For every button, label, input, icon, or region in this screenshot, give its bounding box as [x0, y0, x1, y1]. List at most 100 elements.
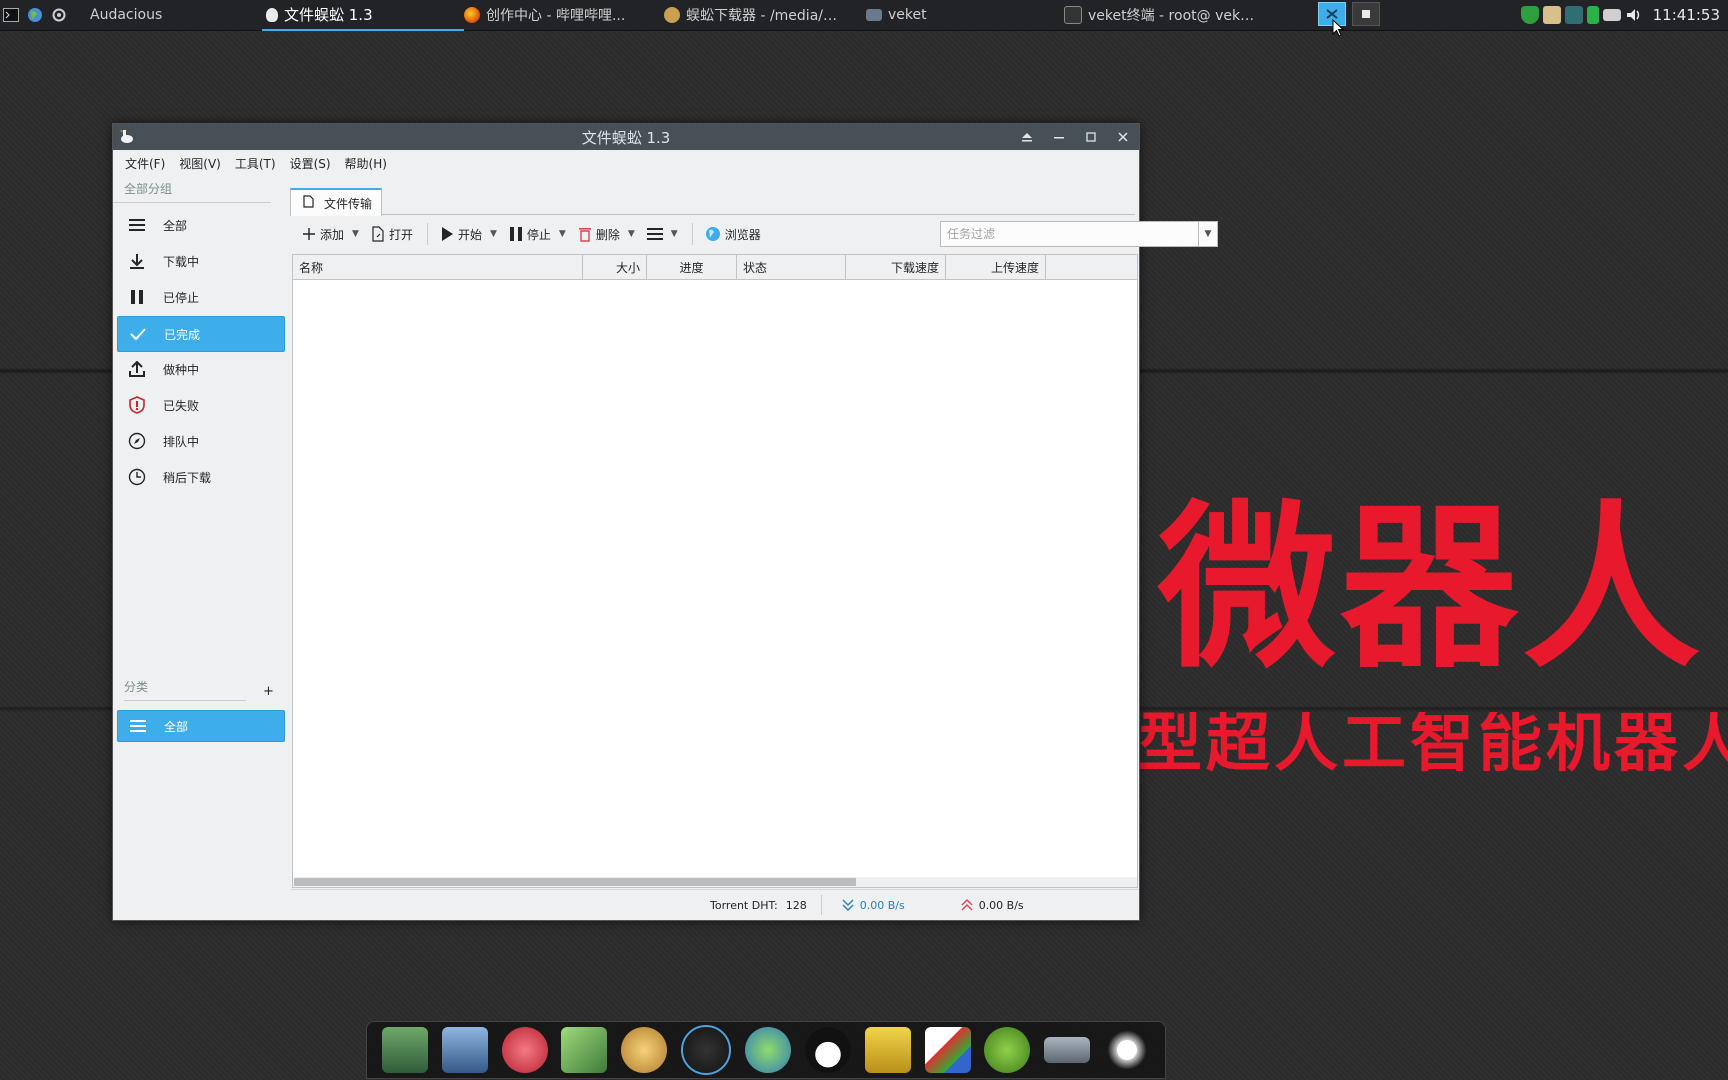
pause-icon [509, 227, 522, 241]
sidebar-item-label: 稍后下载 [163, 470, 212, 485]
monitor-icon[interactable] [441, 1027, 488, 1073]
battery-icon[interactable] [1586, 5, 1599, 24]
clock-icon [125, 467, 149, 487]
office-icon[interactable] [924, 1027, 971, 1073]
task-filter[interactable]: ▼ [940, 221, 1218, 247]
task-filter-input[interactable] [941, 226, 1189, 242]
menu-help[interactable]: 帮助(H) [345, 155, 387, 172]
menu-view[interactable]: 视图(V) [179, 155, 221, 172]
task-veket-folder[interactable]: veket [866, 0, 1046, 29]
menu-file[interactable]: 文件(F) [125, 155, 165, 172]
menu-icon [646, 228, 663, 240]
sidebar-item-label: 下载中 [163, 254, 200, 269]
sidebar-item-completed[interactable]: 已完成 [117, 316, 285, 352]
keep-above-icon[interactable] [1017, 127, 1037, 147]
penguin-icon[interactable] [804, 1027, 851, 1073]
system-tray: 11:41:53 [1520, 0, 1728, 29]
settings-sun-icon[interactable] [1104, 1027, 1151, 1073]
column-progress[interactable]: 进度 [647, 255, 737, 279]
settings-icon[interactable] [50, 6, 68, 24]
menu-settings[interactable]: 设置(S) [290, 155, 331, 172]
chevron-down-icon[interactable]: ▼ [559, 229, 566, 239]
checkmark-icon [126, 324, 150, 344]
sidebar-item-label: 已停止 [163, 290, 200, 305]
column-upload-speed[interactable]: 上传速度 [946, 255, 1046, 279]
mascot-icon[interactable] [501, 1027, 548, 1073]
column-name[interactable]: 名称 [293, 255, 583, 279]
paint-palette-icon[interactable] [621, 1027, 668, 1073]
list-icon [126, 716, 150, 736]
sidebar-item-stopped[interactable]: 已停止 [117, 280, 283, 314]
task-label: Audacious [90, 6, 163, 23]
browser-button[interactable]: 浏览器 [705, 226, 761, 243]
network-icon[interactable] [1564, 5, 1583, 24]
sidebar-item-all[interactable]: 全部 [117, 208, 283, 242]
task-label: veket终端 - root@ vek… [1088, 7, 1255, 24]
media-player-icon[interactable] [681, 1025, 732, 1075]
clipboard-icon[interactable] [1542, 5, 1561, 24]
desktop-icon[interactable] [381, 1027, 428, 1073]
add-category-button[interactable]: + [263, 684, 274, 699]
sidebar-item-downloading[interactable]: 下载中 [117, 244, 283, 278]
wallpaper-subtitle: 型超人工智能机器人 [1138, 712, 1728, 776]
open-button[interactable]: 打开 [371, 226, 413, 243]
stop-button[interactable]: 停止 ▼ [509, 226, 566, 243]
sidebar-item-label: 做种中 [163, 362, 200, 377]
open-label: 打开 [388, 227, 413, 242]
workspace-2[interactable] [1352, 2, 1380, 26]
status-separator [820, 895, 822, 915]
address-book-icon[interactable] [864, 1027, 911, 1073]
sidebar: 全部分组 全部 下载中 已停止 已完成 做种中 已失败 排队中 稍后下载 分类 … [113, 176, 285, 920]
tab-file-transfer[interactable]: 文件传输 [290, 188, 382, 216]
toolbar-separator [691, 223, 693, 245]
sidebar-item-seeding[interactable]: 做种中 [117, 352, 283, 386]
chevron-down-icon[interactable]: ▼ [1198, 222, 1217, 246]
column-size[interactable]: 大小 [583, 255, 647, 279]
task-label: 文件蜈蚣 1.3 [284, 6, 373, 24]
globe-icon[interactable] [26, 6, 44, 24]
clock[interactable]: 11:41:53 [1653, 6, 1720, 24]
column-download-speed[interactable]: 下载速度 [846, 255, 946, 279]
mouse-cursor-icon [1332, 19, 1344, 37]
start-button[interactable]: 开始 ▼ [440, 226, 497, 243]
chevron-down-icon[interactable]: ▼ [671, 229, 678, 239]
terminal-icon[interactable] [2, 6, 20, 24]
sidebar-item-failed[interactable]: 已失败 [117, 388, 283, 422]
volume-icon[interactable] [1625, 6, 1643, 24]
help-icon[interactable] [984, 1027, 1031, 1073]
task-file-centipede[interactable]: 文件蜈蚣 1.3 [262, 0, 464, 31]
task-veket-terminal[interactable]: veket终端 - root@ vek… [1064, 0, 1264, 29]
category-item-all[interactable]: 全部 [117, 710, 285, 742]
more-menu-button[interactable]: ▼ [646, 227, 678, 241]
delete-button[interactable]: 删除 ▼ [578, 226, 635, 243]
keyboard-icon[interactable] [1602, 8, 1621, 21]
shield-icon[interactable] [1520, 5, 1539, 24]
toolbar: 添加 ▼ 打开 开始 ▼ 停止 ▼ 删除 ▼ ▼ 浏览器 任务过滤 ▼ [290, 214, 1218, 254]
sidebar-item-later[interactable]: 稍后下载 [117, 460, 283, 494]
chevron-down-icon[interactable]: ▼ [628, 229, 635, 239]
toolbar-separator [426, 223, 428, 245]
chat-icon[interactable] [744, 1027, 791, 1073]
firefox-icon [464, 6, 480, 23]
task-downloader[interactable]: 蜈蚣下载器 - /media/… [664, 0, 864, 29]
task-bilibili[interactable]: 创作中心 - 哔哩哔哩... [464, 0, 660, 29]
sidebar-item-queued[interactable]: 排队中 [117, 424, 283, 458]
close-icon[interactable] [1113, 127, 1133, 147]
minimize-icon[interactable] [1049, 127, 1069, 147]
task-audacious[interactable]: Audacious [90, 0, 240, 29]
chevron-down-icon[interactable]: ▼ [352, 229, 359, 239]
category-item-label: 全部 [164, 719, 189, 734]
upload-speed-icon [961, 899, 973, 911]
menu-tools[interactable]: 工具(T) [235, 155, 276, 172]
column-status[interactable]: 状态 [737, 255, 846, 279]
add-button[interactable]: 添加 ▼ [302, 226, 359, 243]
sidebar-header: 全部分组 [113, 176, 271, 203]
goose-icon [266, 7, 278, 22]
drive-icon[interactable] [1044, 1037, 1091, 1063]
scrollbar-thumb[interactable] [294, 878, 856, 886]
window-titlebar[interactable]: 文件蜈蚣 1.3 [113, 124, 1139, 150]
maximize-icon[interactable] [1081, 127, 1101, 147]
chevron-down-icon[interactable]: ▼ [490, 229, 497, 239]
editor-icon[interactable] [561, 1027, 608, 1073]
horizontal-scrollbar[interactable] [293, 877, 1137, 887]
